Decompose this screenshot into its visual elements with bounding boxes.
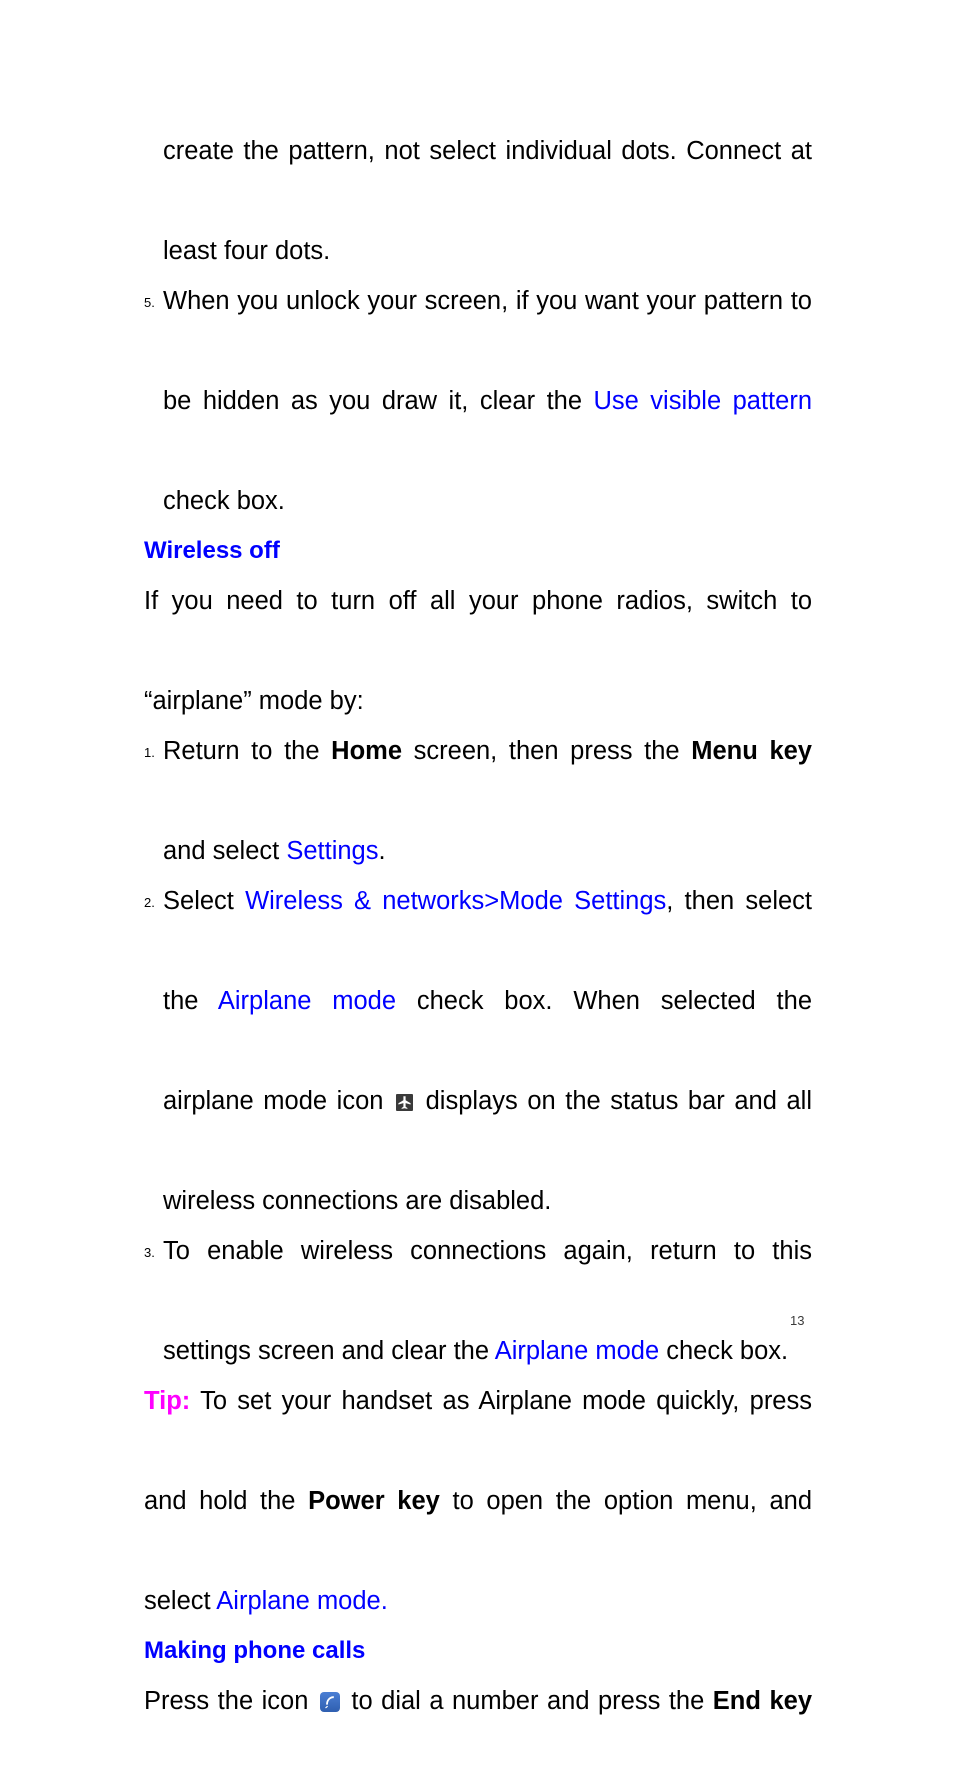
intro-text-line2: “airplane” mode by: [144, 687, 364, 715]
tip-paragraph-line3: select Airplane mode. [144, 1576, 812, 1626]
closing-bold-end-key: End key [712, 1687, 812, 1715]
tip-label: Tip: [144, 1387, 191, 1415]
heading-making-phone-calls: Making phone calls [144, 1637, 366, 1664]
item1-text-a: Return to the [163, 737, 332, 765]
link-use-visible-pattern[interactable]: Use visible pattern [593, 387, 812, 415]
continuation-text-2: least four dots. [163, 237, 331, 265]
item3-text-b: settings screen and clear the [163, 1337, 495, 1365]
item1-text-b: screen, then press the [402, 737, 692, 765]
list-item-3-line2: settings screen and clear the Airplane m… [144, 1326, 812, 1376]
list-item-2-line4: wireless connections are disabled. [144, 1176, 812, 1226]
list-item-3: 3. To enable wireless connections again,… [144, 1226, 812, 1326]
page-content: create the pattern, not select individua… [144, 126, 812, 1776]
item1-bold-menu-key: Menu key [691, 737, 812, 765]
continuation-text: create the pattern, not select individua… [163, 137, 812, 165]
item2-text-e: airplane mode icon [163, 1087, 394, 1115]
list-item-1-line2: and select Settings. [144, 826, 812, 876]
link-airplane-mode-tip[interactable]: Airplane mode. [216, 1587, 388, 1615]
tip-text-c: to open the option menu, and [439, 1487, 812, 1515]
item2-text-f: displays on the status bar and all [416, 1087, 812, 1115]
closing-paragraph: Press the icon to dial a number and pres… [144, 1676, 812, 1776]
tip-paragraph-line2: and hold the Power key to open the optio… [144, 1476, 812, 1576]
link-settings[interactable]: Settings [286, 837, 378, 865]
link-wireless-and-networks-mode-settings[interactable]: Wireless & networks>Mode Settings [245, 887, 666, 915]
intro-text-line1: If you need to turn off all your phone r… [144, 587, 812, 615]
closing-text-a: Press the icon [144, 1687, 317, 1715]
item2-text-a: Select [163, 887, 246, 915]
list-item-2: 2. Select Wireless & networks>Mode Setti… [144, 876, 812, 976]
list-marker-5: 5. [144, 295, 155, 310]
item2-text-d: check box. When selected the [396, 987, 812, 1015]
link-airplane-mode-item3[interactable]: Airplane mode [495, 1337, 659, 1365]
list-item-5-line3: check box. [144, 476, 812, 526]
list-marker-2: 2. [144, 895, 155, 910]
list-item-2-line2: the Airplane mode check box. When select… [144, 976, 812, 1076]
item5-line2-text-a: be hidden as you draw it, clear the [163, 387, 594, 415]
list-item-5: 5. When you unlock your screen, if you w… [144, 276, 812, 376]
airplane-mode-status-icon [396, 1094, 414, 1111]
list-item-5-line1: When you unlock your screen, if you want… [163, 287, 812, 315]
intro-paragraph-line1: If you need to turn off all your phone r… [144, 576, 812, 676]
item1-text-c: and select [163, 837, 287, 865]
tip-text-b: and hold the [144, 1487, 309, 1515]
page-number: 13 [790, 1313, 805, 1328]
tip-paragraph-line1: Tip: To set your handset as Airplane mod… [144, 1376, 812, 1476]
list-marker-1: 1. [144, 745, 155, 760]
tip-text-a: To set your handset as Airplane mode qui… [190, 1387, 812, 1415]
list-item-5-line2: be hidden as you draw it, clear the Use … [144, 376, 812, 476]
closing-text-b: to dial a number and press the [342, 1687, 713, 1715]
item5-line3-text: check box. [163, 487, 285, 515]
item1-bold-home: Home [331, 737, 403, 765]
item2-text-c: the [163, 987, 218, 1015]
list-item-4-continuation-line: create the pattern, not select individua… [144, 126, 812, 226]
heading-wireless-off: Wireless off [144, 537, 280, 564]
item2-text-g: wireless connections are disabled. [163, 1187, 552, 1215]
link-airplane-mode-item2[interactable]: Airplane mode [218, 987, 396, 1015]
item2-text-b: , then select [666, 887, 812, 915]
list-item-2-line3: airplane mode icon displays on the statu… [144, 1076, 812, 1176]
tip-text-d: select [144, 1587, 217, 1615]
item1-text-d: . [378, 837, 386, 865]
list-item-4-continuation-line-2: least four dots. [144, 226, 812, 276]
item3-text-c: check box. [659, 1337, 789, 1365]
item3-text-a: To enable wireless connections again, re… [163, 1237, 812, 1265]
intro-paragraph-line2: “airplane” mode by: [144, 676, 812, 726]
list-item-1: 1. Return to the Home screen, then press… [144, 726, 812, 826]
document-page: create the pattern, not select individua… [0, 0, 954, 1715]
tip-bold-power-key: Power key [308, 1487, 440, 1515]
dial-phone-icon [319, 1692, 340, 1712]
list-marker-3: 3. [144, 1245, 155, 1260]
